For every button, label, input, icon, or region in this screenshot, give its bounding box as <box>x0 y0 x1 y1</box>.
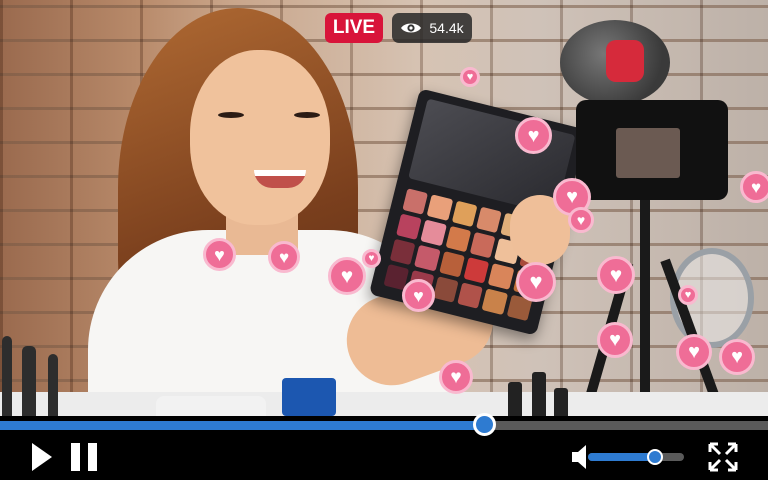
viewer-count: 54.4k <box>429 20 464 36</box>
camera-screen <box>616 128 680 178</box>
heart-icon: ♥ <box>676 334 712 370</box>
heart-icon: ♥ <box>268 241 300 273</box>
heart-icon: ♥ <box>740 171 768 203</box>
progress-bar[interactable] <box>0 413 768 436</box>
makeup-brushes <box>0 330 80 416</box>
right-eye <box>294 112 320 118</box>
heart-icon: ♥ <box>516 262 556 302</box>
table-surface <box>0 392 768 416</box>
heart-icon: ♥ <box>362 249 381 268</box>
volume-button[interactable] <box>566 440 590 474</box>
heart-icon: ♥ <box>439 360 473 394</box>
cream-tube <box>282 378 336 416</box>
viewer-count-badge: 54.4k <box>392 13 472 43</box>
fullscreen-icon <box>708 442 738 472</box>
fullscreen-button[interactable] <box>706 440 740 474</box>
streamer-face <box>190 50 330 225</box>
microphone-core <box>606 40 644 82</box>
heart-icon: ♥ <box>203 238 236 271</box>
volume-fill <box>588 453 656 461</box>
live-badge: LIVE <box>325 13 383 43</box>
video-frame[interactable]: ♥ ♥ ♥ ♥ ♥ ♥ ♥ ♥ ♥ ♥ ♥ ♥ ♥ ♥ ♥ ♥ ♥ LIVE 5… <box>0 0 768 416</box>
heart-icon: ♥ <box>515 117 552 154</box>
heart-icon: ♥ <box>678 285 698 305</box>
volume-handle[interactable] <box>647 449 664 465</box>
left-eye <box>218 112 244 118</box>
heart-icon: ♥ <box>460 67 480 87</box>
heart-icon: ♥ <box>568 207 594 233</box>
pause-button[interactable] <box>68 440 100 474</box>
progress-scrubber-handle[interactable] <box>472 413 496 436</box>
tripod-center <box>640 195 650 416</box>
heart-icon: ♥ <box>597 256 635 294</box>
heart-icon: ♥ <box>328 257 366 295</box>
camera <box>576 100 728 200</box>
eye-icon <box>401 23 422 33</box>
heart-icon: ♥ <box>402 279 435 312</box>
heart-icon: ♥ <box>719 339 755 375</box>
heart-icon: ♥ <box>597 322 633 358</box>
play-button[interactable] <box>28 440 56 474</box>
volume-slider[interactable] <box>588 449 684 465</box>
progress-fill <box>0 421 484 430</box>
play-icon <box>32 443 52 471</box>
cosmetic-bottles <box>508 370 578 416</box>
volume-icon <box>572 445 586 469</box>
pause-icon <box>71 443 97 471</box>
cosmetic-jars <box>156 396 266 416</box>
